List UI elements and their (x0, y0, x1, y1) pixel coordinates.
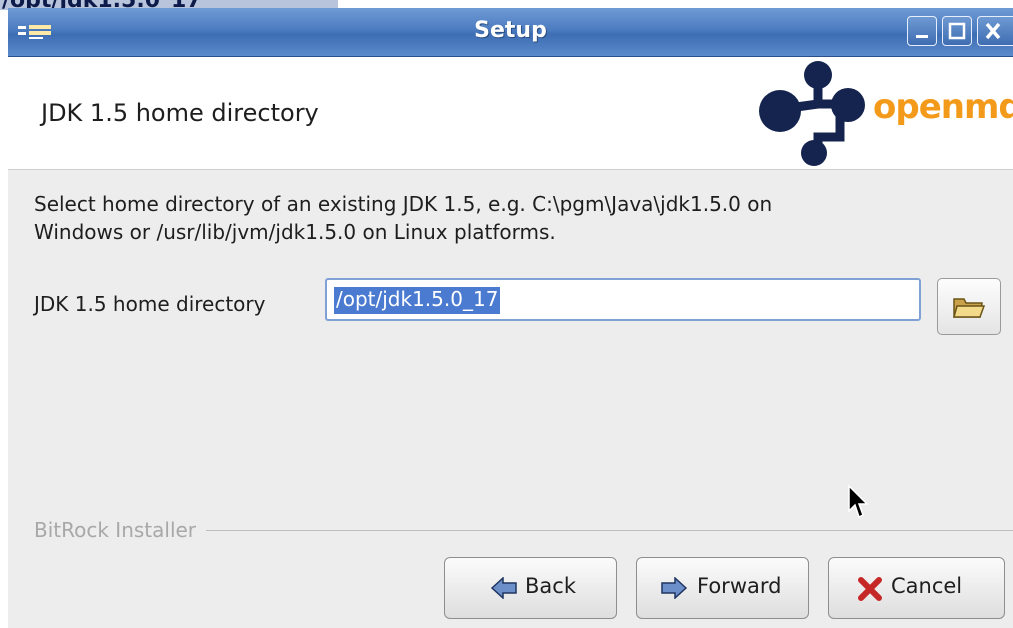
arrow-right-icon (661, 577, 687, 599)
minimize-icon (916, 35, 928, 38)
instructions-line-1: Select home directory of an existing JDK… (34, 192, 773, 216)
instructions-line-2: Windows or /usr/lib/jvm/jdk1.5.0 on Linu… (34, 220, 556, 244)
forward-label: Forward (697, 574, 782, 598)
page-title: JDK 1.5 home directory (41, 99, 319, 127)
jdk-home-value[interactable]: /opt/jdk1.5.0_17 (334, 287, 501, 314)
forward-button[interactable]: Forward (636, 557, 809, 619)
maximize-icon (948, 22, 966, 40)
cancel-button[interactable]: Cancel (828, 557, 1005, 619)
minimize-button[interactable] (907, 16, 937, 46)
browse-button[interactable] (937, 278, 1001, 335)
installer-brand-label: BitRock Installer (34, 518, 207, 542)
cancel-label: Cancel (891, 574, 963, 598)
openmdx-logo-icon (759, 61, 865, 166)
instructions-text: Select home directory of an existing JDK… (34, 190, 964, 246)
arrow-left-icon (491, 577, 517, 599)
cancel-x-icon (858, 577, 882, 601)
close-button[interactable] (977, 16, 1013, 46)
title-bar[interactable]: Setup (8, 8, 1013, 57)
page-header: JDK 1.5 home directory openmdx (8, 57, 1013, 170)
jdk-home-input[interactable]: /opt/jdk1.5.0_17 (325, 278, 921, 321)
openmdx-logo-text: openmdx (873, 87, 1013, 127)
maximize-button[interactable] (942, 16, 972, 46)
close-icon (985, 22, 1001, 40)
back-label: Back (525, 574, 576, 598)
jdk-home-label: JDK 1.5 home directory (34, 292, 266, 316)
setup-window: Setup JDK 1.5 home directory openmdx Sel… (8, 8, 1013, 628)
window-title: Setup (474, 18, 547, 43)
back-button[interactable]: Back (444, 557, 617, 619)
folder-icon (953, 298, 986, 318)
mouse-cursor-icon (848, 485, 868, 519)
